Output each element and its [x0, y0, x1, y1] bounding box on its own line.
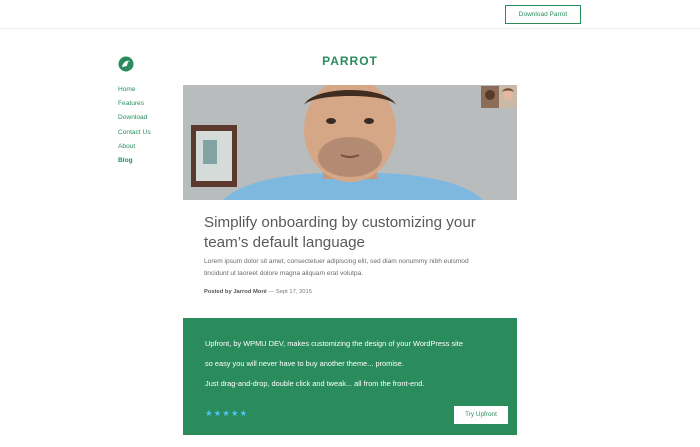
- post-date: — Sept 17, 2015: [268, 289, 312, 295]
- author-avatars: [481, 86, 517, 108]
- brand-title: PARROT: [322, 54, 378, 68]
- promo-line-1: Upfront, by WPMU DEV, makes customizing …: [205, 339, 463, 348]
- post-excerpt: Lorem ipsum dolor sit amet, consectetuer…: [204, 258, 469, 277]
- upfront-promo-banner: Upfront, by WPMU DEV, makes customizing …: [183, 318, 517, 435]
- download-parrot-button[interactable]: Download Parrot: [505, 5, 581, 24]
- rating-stars-icon: ★★★★★: [205, 408, 249, 418]
- sidebar-item-home[interactable]: Home: [118, 83, 188, 97]
- sidebar-item-contact-us[interactable]: Contact Us: [118, 126, 188, 140]
- post-byline: Posted by Jarrod Moré — Sept 17, 2015: [204, 289, 494, 295]
- post-title[interactable]: Simplify onboarding by customizing your …: [204, 213, 494, 253]
- post-hero-image[interactable]: [183, 85, 517, 200]
- top-bar: Download Parrot: [0, 0, 700, 29]
- sidebar-item-about[interactable]: About: [118, 140, 188, 154]
- promo-line-3: Just drag-and-drop, double click and twe…: [205, 379, 425, 388]
- post-author: Posted by Jarrod Moré: [204, 289, 267, 295]
- parrot-logo-icon[interactable]: [118, 56, 134, 72]
- sidebar-item-download[interactable]: Download: [118, 111, 188, 125]
- promo-line-2: so easy you will never have to buy anoth…: [205, 359, 404, 368]
- sidebar-item-blog[interactable]: Blog: [118, 154, 188, 168]
- try-upfront-button[interactable]: Try Upfront: [454, 406, 508, 424]
- sidebar-nav: Home Features Download Contact Us About …: [118, 83, 188, 168]
- sidebar-item-features[interactable]: Features: [118, 97, 188, 111]
